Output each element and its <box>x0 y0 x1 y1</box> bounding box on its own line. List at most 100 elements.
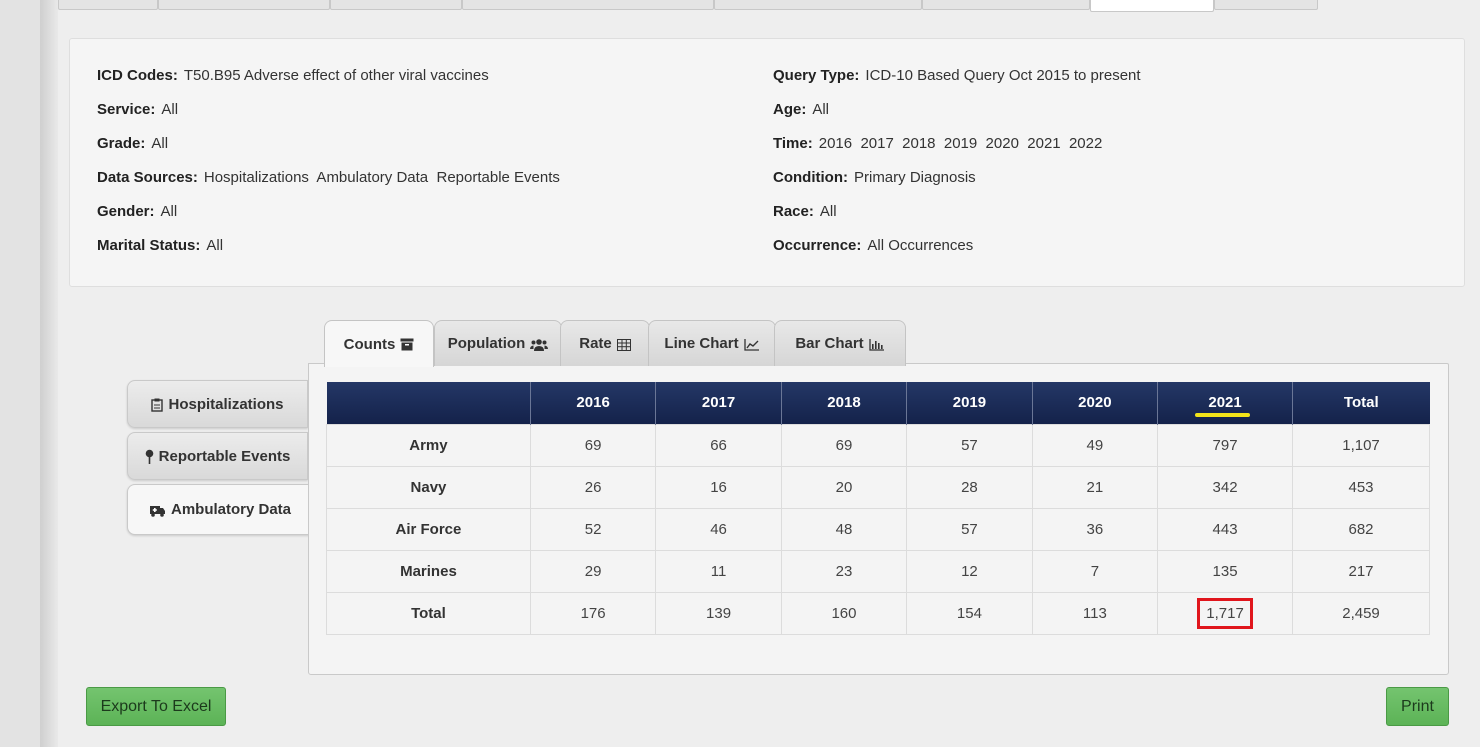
column-header[interactable]: 2017 <box>655 382 782 424</box>
top-tab-6[interactable] <box>922 0 1090 10</box>
table-cell: 66 <box>655 423 782 467</box>
info-value: All <box>812 101 830 118</box>
counts-table: 2016 2017 2018 2019 2020 2021 Total Army… <box>326 382 1430 635</box>
source-tab-label: Reportable Events <box>158 447 291 465</box>
tab-label: Line Chart <box>664 335 739 352</box>
tab-rate[interactable]: Rate <box>560 320 650 366</box>
info-marital-status: Marital Status: All <box>97 237 223 254</box>
table-cell: 26 <box>529 465 657 509</box>
column-header[interactable]: 2020 <box>1032 382 1159 424</box>
table-cell: 29 <box>529 549 657 593</box>
table-cell: 20 <box>780 465 908 509</box>
table-cell: 48 <box>780 507 908 551</box>
print-button[interactable]: Print <box>1386 687 1449 726</box>
info-value: Hospitalizations Ambulatory Data Reporta… <box>203 169 560 186</box>
tab-label: Counts <box>343 335 396 353</box>
table-row: Navy 26 16 20 28 21 342 453 <box>326 465 1430 509</box>
top-tab-5[interactable] <box>714 0 922 10</box>
tab-label: Bar Chart <box>795 335 864 352</box>
info-value: All <box>161 101 179 118</box>
table-cell: 69 <box>780 423 908 467</box>
info-label: ICD Codes: <box>97 67 178 84</box>
table-cell: 1,107 <box>1292 423 1430 467</box>
top-tab-2[interactable] <box>158 0 330 10</box>
column-header[interactable]: 2018 <box>781 382 908 424</box>
table-cell: 176 <box>529 591 657 635</box>
info-time: Time: 2016 2017 2018 2019 2020 2021 2022 <box>773 135 1102 152</box>
top-tab-4[interactable] <box>462 0 714 10</box>
table-cell: 57 <box>906 423 1033 467</box>
table-cell: 7 <box>1031 549 1159 593</box>
info-label: Time: <box>773 135 813 152</box>
table-cell: 113 <box>1031 591 1159 635</box>
table-cell: 23 <box>780 549 908 593</box>
info-condition: Condition: Primary Diagnosis <box>773 169 976 186</box>
info-query-type: Query Type: ICD-10 Based Query Oct 2015 t… <box>773 67 1141 84</box>
info-service: Service: All <box>97 101 178 118</box>
table-header-row: 2016 2017 2018 2019 2020 2021 Total <box>326 382 1430 424</box>
gutter-shadow <box>40 0 58 747</box>
info-data-sources: Data Sources: Hospitalizations Ambulatory… <box>97 169 560 186</box>
top-tab-3[interactable] <box>330 0 462 10</box>
table-cell: 52 <box>529 507 657 551</box>
column-header[interactable]: 2016 <box>530 382 657 424</box>
table-cell: 160 <box>780 591 908 635</box>
info-value: All <box>160 203 178 220</box>
tab-bar-chart[interactable]: Bar Chart <box>774 320 906 366</box>
table-cell: 21 <box>1031 465 1159 509</box>
info-label: Service: <box>97 101 156 118</box>
top-tab-strip <box>58 0 1480 12</box>
info-label: Occurrence: <box>773 237 862 254</box>
top-tab-8[interactable] <box>1214 0 1318 10</box>
table-cell: 36 <box>1031 507 1159 551</box>
table-cell: 453 <box>1292 465 1430 509</box>
column-header[interactable]: Total <box>1292 382 1430 424</box>
table-total-row: Total 176 139 160 154 113 1,717 2,459 <box>326 591 1430 635</box>
column-header[interactable]: 2019 <box>906 382 1033 424</box>
table-row: Army 69 66 69 57 49 797 1,107 <box>326 423 1430 467</box>
source-tab-ambulatory-data[interactable]: Ambulatory Data <box>127 484 312 535</box>
row-header: Army <box>326 423 531 467</box>
tab-population[interactable]: Population <box>434 320 562 366</box>
source-tab-reportable-events[interactable]: Reportable Events <box>127 432 308 480</box>
clipboard-icon <box>151 396 164 412</box>
tab-line-chart[interactable]: Line Chart <box>648 320 776 366</box>
table-cell: 69 <box>529 423 657 467</box>
table-cell: 11 <box>655 549 782 593</box>
info-label: Marital Status: <box>97 237 201 254</box>
top-tab-1[interactable] <box>58 0 158 10</box>
info-icd-codes: ICD Codes: T50.B95 Adverse effect of othe… <box>97 67 489 84</box>
table-cell: 49 <box>1031 423 1159 467</box>
info-label: Race: <box>773 203 814 220</box>
top-tab-active[interactable] <box>1090 0 1214 12</box>
table-cell: 139 <box>655 591 782 635</box>
source-tab-hospitalizations[interactable]: Hospitalizations <box>127 380 308 428</box>
row-header: Total <box>326 591 531 635</box>
info-value: 2016 2017 2018 2019 2020 2021 2022 <box>818 135 1103 152</box>
export-to-excel-button[interactable]: Export To Excel <box>86 687 226 726</box>
info-value: T50.B95 Adverse effect of other viral va… <box>183 67 489 84</box>
table-cell: 217 <box>1292 549 1430 593</box>
left-gutter <box>0 0 40 747</box>
info-value: All <box>819 203 837 220</box>
info-value: All <box>206 237 224 254</box>
column-header-2021[interactable]: 2021 <box>1157 382 1294 424</box>
table-cell: 12 <box>906 549 1033 593</box>
info-label: Grade: <box>97 135 146 152</box>
row-header: Air Force <box>326 507 531 551</box>
ambulance-icon <box>149 502 166 517</box>
tab-counts[interactable]: Counts <box>324 320 434 367</box>
table-cell: 2,459 <box>1292 591 1430 635</box>
users-icon <box>530 336 549 351</box>
table-cell: 682 <box>1292 507 1430 551</box>
info-label: Query Type: <box>773 67 860 84</box>
column-header[interactable] <box>326 382 531 424</box>
info-occurrence: Occurrence: All Occurrences <box>773 237 973 254</box>
info-grade: Grade: All <box>97 135 168 152</box>
info-age: Age: All <box>773 101 829 118</box>
info-label: Age: <box>773 101 807 118</box>
table-cell: 154 <box>906 591 1033 635</box>
info-value: All Occurrences <box>867 237 974 254</box>
table-cell: 797 <box>1157 423 1294 467</box>
table-cell: 135 <box>1157 549 1294 593</box>
